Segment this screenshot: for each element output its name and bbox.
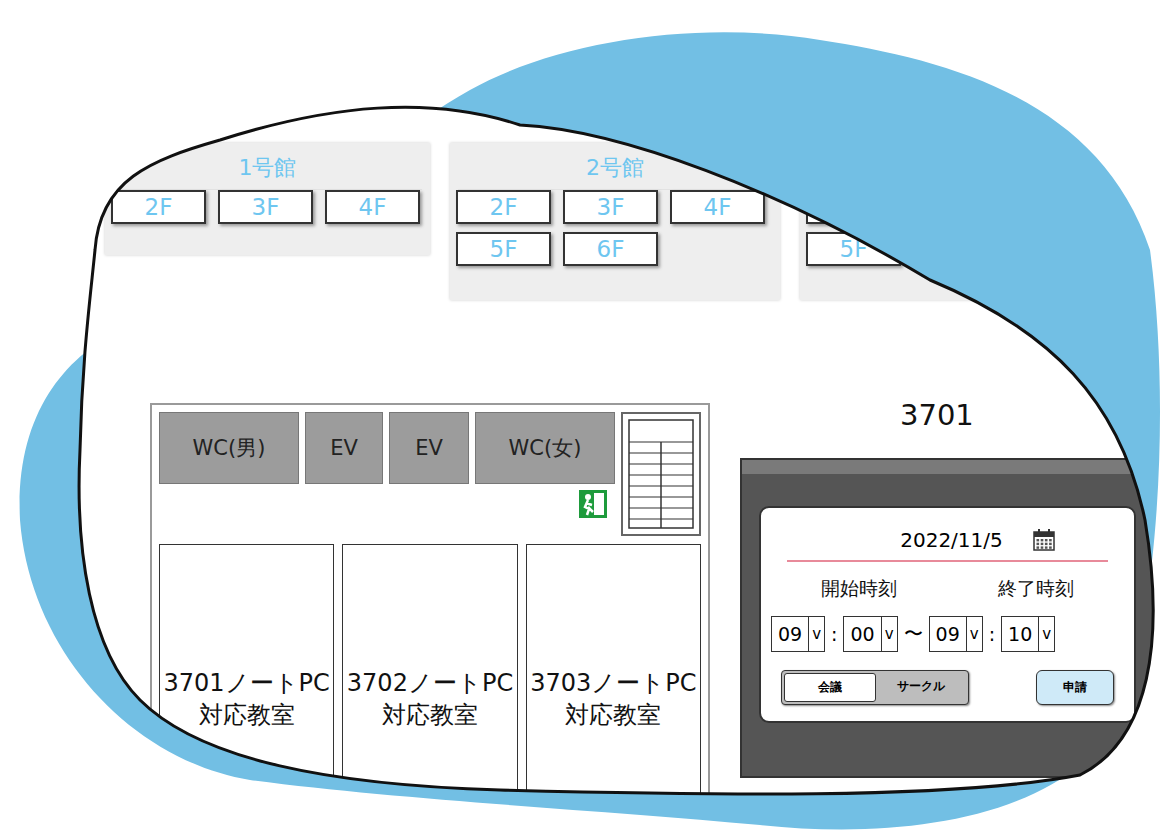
floor-button-group: 2F 3F 4F 5F 6F (450, 190, 780, 272)
dropdown-arrow: v (966, 617, 982, 651)
dropdown-arrow: v (808, 617, 824, 651)
start-hour-select[interactable]: 09v (771, 616, 825, 652)
classroom-label: 3702ノートPC (347, 667, 513, 699)
exit-row (159, 490, 615, 518)
floor-button[interactable]: 4F (325, 190, 420, 224)
booking-dialog: 2022/11/5開始時刻終了時刻09v:00v〜09v:10v会議サークル申請 (740, 458, 1170, 778)
facility: EV (305, 412, 383, 484)
dropdown-arrow: v (1038, 617, 1054, 651)
plan-facility-area: WC(男)EVEVWC(女) (159, 412, 615, 536)
floor-button[interactable]: 3F (218, 190, 313, 224)
classroom[interactable]: 3702ノートPC対応教室 (342, 544, 517, 814)
floor-button-row: 2F 3F 4F (456, 190, 774, 224)
emergency-exit-icon (579, 490, 607, 518)
time-separator: : (829, 623, 839, 645)
classroom-label: 対応教室 (565, 699, 661, 731)
purpose-option[interactable]: サークル (876, 673, 966, 702)
action-row: 会議サークル 申請 (771, 666, 1124, 705)
start-minute-select-value: 00 (844, 617, 880, 651)
classroom-label: 対応教室 (382, 699, 478, 731)
range-separator: 〜 (902, 621, 925, 647)
blob-outline-icon (0, 0, 1170, 840)
classroom-label: 対応教室 (199, 699, 295, 731)
dropdown-arrow: v (881, 617, 897, 651)
classroom-label: 3701ノートPC (164, 667, 330, 699)
building-title: 1号館 (113, 143, 422, 190)
room-title: 3701 (900, 398, 974, 432)
floor-button[interactable]: 2F (111, 190, 206, 224)
plan-top-area: WC(男)EVEVWC(女) (159, 412, 701, 536)
date-field[interactable]: 2022/11/5 (787, 528, 1108, 562)
time-labels: 開始時刻 終了時刻 (771, 576, 1124, 602)
staircase-icon (621, 412, 701, 536)
floor-button[interactable]: 6F (563, 232, 658, 266)
purpose-option[interactable]: 会議 (784, 673, 876, 702)
booking-form: 2022/11/5開始時刻終了時刻09v:00v〜09v:10v会議サークル申請 (759, 506, 1136, 723)
time-row: 09v:00v〜09v:10v (771, 616, 1124, 652)
stage: 1号館2F3F4F2号館2F3F4F5F6F5FWC(男)EVEVWC(女)37… (0, 0, 1170, 840)
end-minute-select[interactable]: 10v (1001, 616, 1055, 652)
time-separator: : (987, 623, 997, 645)
end-hour-select-value: 09 (930, 617, 966, 651)
start-minute-select[interactable]: 00v (843, 616, 897, 652)
date-value: 2022/11/5 (900, 528, 1003, 552)
floor-button[interactable]: 5F (456, 232, 551, 266)
submit-button[interactable]: 申請 (1036, 670, 1114, 705)
floor-button-group: 2F 3F 4F (105, 190, 430, 230)
floor-button-row: 5F 6F (456, 232, 774, 266)
end-minute-select-value: 10 (1002, 617, 1038, 651)
end-time-label: 終了時刻 (998, 576, 1074, 602)
floor-button-row: 2F 3F 4F (111, 190, 424, 224)
start-hour-select-value: 09 (772, 617, 808, 651)
classroom-label: 3703ノートPC (530, 667, 696, 699)
start-time-label: 開始時刻 (821, 576, 897, 602)
building-panel: 1号館2F 3F 4F (105, 143, 430, 255)
classroom[interactable]: 3703ノートPC対応教室 (526, 544, 701, 814)
facility: WC(男) (159, 412, 299, 484)
calendar-icon[interactable] (1033, 529, 1055, 551)
floor-button[interactable]: 3F (563, 190, 658, 224)
end-hour-select[interactable]: 09v (929, 616, 983, 652)
floor-button[interactable]: 4F (670, 190, 765, 224)
facility-row: WC(男)EVEVWC(女) (159, 412, 615, 484)
floor-button[interactable]: 2F (456, 190, 551, 224)
facility: EV (389, 412, 469, 484)
purpose-toggle[interactable]: 会議サークル (781, 670, 969, 705)
facility: WC(女) (475, 412, 615, 484)
